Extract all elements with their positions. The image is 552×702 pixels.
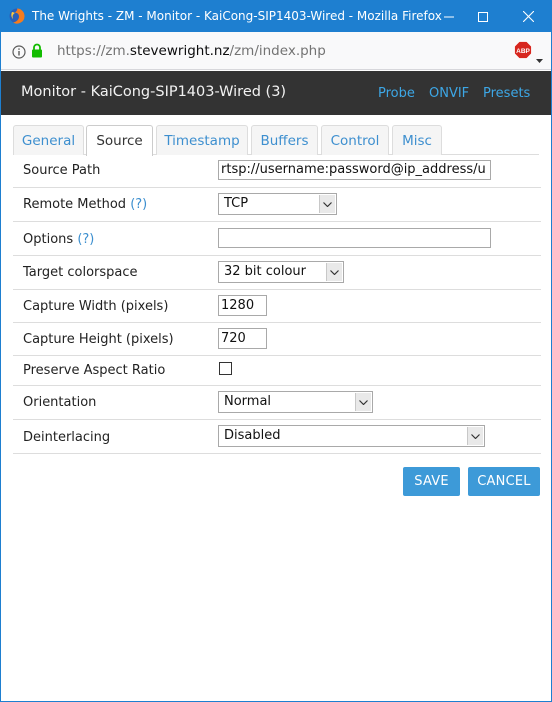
preserve-aspect-checkbox[interactable] — [219, 362, 232, 375]
orientation-value: Normal — [224, 394, 272, 409]
title-bar[interactable]: The Wrights - ZM - Monitor - KaiCong-SIP… — [1, 1, 551, 32]
row-options: Options (?) — [13, 222, 541, 256]
target-colorspace-select[interactable]: 32 bit colour — [218, 261, 344, 283]
capture-height-input[interactable]: 720 — [218, 328, 267, 349]
tab-timestamp[interactable]: Timestamp — [156, 125, 248, 155]
firefox-icon — [9, 8, 25, 24]
deinterlacing-label: Deinterlacing — [23, 430, 111, 445]
remote-method-help-link[interactable]: (?) — [130, 197, 147, 212]
source-path-label: Source Path — [23, 163, 101, 178]
target-colorspace-label: Target colorspace — [23, 265, 138, 280]
options-label: Options (?) — [23, 232, 94, 247]
tab-general[interactable]: General — [13, 125, 84, 155]
capture-width-label: Capture Width (pixels) — [23, 299, 169, 314]
minimize-icon — [444, 16, 454, 17]
close-icon — [522, 11, 534, 22]
url-bar[interactable]: https://zm.stevewright.nz/zm/index.php A… — [1, 32, 551, 70]
url-prefix: https://zm. — [57, 43, 130, 59]
row-preserve-aspect: Preserve Aspect Ratio — [13, 356, 541, 386]
row-source-path: Source Path rtsp://username:password@ip_… — [13, 155, 541, 188]
options-input[interactable] — [218, 228, 491, 248]
url-domain: stevewright.nz — [129, 43, 230, 59]
chevron-down-icon — [319, 195, 335, 213]
orientation-select[interactable]: Normal — [218, 391, 373, 413]
tab-buffers[interactable]: Buffers — [251, 125, 318, 155]
chevron-down-icon[interactable] — [536, 48, 543, 67]
tab-control[interactable]: Control — [321, 125, 389, 155]
capture-width-input[interactable]: 1280 — [218, 295, 267, 316]
probe-link[interactable]: Probe — [378, 86, 415, 101]
row-capture-width: Capture Width (pixels) 1280 — [13, 290, 541, 323]
cancel-button[interactable]: CANCEL — [468, 467, 540, 496]
options-label-text: Options — [23, 232, 74, 247]
tab-misc[interactable]: Misc — [392, 125, 442, 155]
capture-height-label: Capture Height (pixels) — [23, 332, 174, 347]
onvif-link[interactable]: ONVIF — [429, 86, 469, 101]
row-deinterlacing: Deinterlacing Disabled — [13, 420, 541, 454]
deinterlacing-value: Disabled — [224, 428, 281, 443]
url-text[interactable]: https://zm.stevewright.nz/zm/index.php — [57, 43, 326, 59]
presets-link[interactable]: Presets — [483, 86, 530, 101]
adblock-plus-icon[interactable]: ABP — [514, 41, 532, 59]
page-title: Monitor - KaiCong-SIP1403-Wired (3) — [21, 84, 287, 100]
orientation-label: Orientation — [23, 395, 97, 410]
remote-method-label-text: Remote Method — [23, 197, 127, 212]
url-path: /zm/index.php — [229, 43, 326, 59]
monitor-header: Monitor - KaiCong-SIP1403-Wired (3) Prob… — [1, 71, 551, 115]
deinterlacing-select[interactable]: Disabled — [218, 425, 485, 447]
chevron-down-icon — [326, 263, 342, 281]
maximize-button[interactable] — [466, 1, 500, 32]
target-colorspace-value: 32 bit colour — [224, 264, 307, 279]
adblock-label: ABP — [516, 48, 530, 55]
info-icon[interactable] — [12, 44, 26, 63]
options-help-link[interactable]: (?) — [77, 232, 94, 247]
close-button[interactable] — [511, 1, 545, 32]
remote-method-select[interactable]: TCP — [218, 193, 337, 215]
source-path-input[interactable]: rtsp://username:password@ip_address/u — [218, 160, 491, 180]
browser-window: The Wrights - ZM - Monitor - KaiCong-SIP… — [0, 0, 552, 702]
lock-icon[interactable] — [31, 43, 43, 62]
tab-source[interactable]: Source — [86, 125, 153, 156]
window-title: The Wrights - ZM - Monitor - KaiCong-SIP… — [32, 9, 442, 23]
save-button[interactable]: SAVE — [403, 467, 460, 496]
row-remote-method: Remote Method (?) TCP — [13, 188, 541, 222]
chevron-down-icon — [467, 427, 483, 445]
remote-method-value: TCP — [224, 196, 249, 211]
remote-method-label: Remote Method (?) — [23, 197, 147, 212]
minimize-button[interactable] — [432, 1, 466, 32]
maximize-icon — [478, 11, 488, 22]
row-target-colorspace: Target colorspace 32 bit colour — [13, 256, 541, 290]
row-orientation: Orientation Normal — [13, 386, 541, 420]
chevron-down-icon — [355, 393, 371, 411]
tab-bar: General Source Timestamp Buffers Control… — [1, 125, 551, 156]
preserve-aspect-label: Preserve Aspect Ratio — [23, 363, 166, 378]
row-capture-height: Capture Height (pixels) 720 — [13, 323, 541, 356]
